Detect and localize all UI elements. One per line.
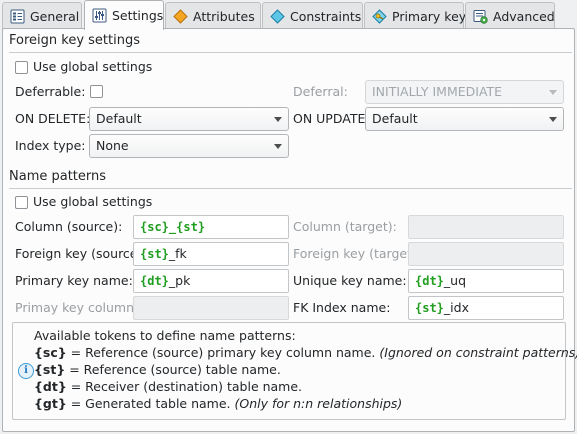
tab-advanced[interactable]: Advanced [465,2,555,29]
info-note: (Only for n:n relationships) [234,396,403,411]
index-type-select[interactable]: None [89,134,289,158]
info-note: (Ignored on constraint patterns) [379,345,577,360]
tab-settings[interactable]: Settings [84,0,164,30]
name-patterns-divider [9,188,572,189]
on-delete-label: ON DELETE: [15,111,91,126]
fk-target-label: Foreign key (target): [293,246,422,261]
info-line: {dt} = Receiver (destination) table name… [34,378,302,396]
settings-panel: Foreign key settings Use global settings… [2,28,577,432]
tab-bar: General Settings Attributes Constraints … [0,0,577,30]
tab-constraints[interactable]: Constraints [262,2,363,29]
deferrable-label: Deferrable: [15,84,86,99]
pk-name-input[interactable]: {dt}_pk [133,269,289,293]
index-type-label: Index type: [15,138,86,153]
fk-source-input[interactable]: {st}_fk [133,242,289,266]
tab-label: Settings [112,8,164,23]
info-heading: Available tokens to define name patterns… [34,328,296,343]
info-text: = Receiver (destination) table name. [66,379,303,394]
info-line: {sc} = Reference (source) primary key co… [34,344,577,362]
deferral-value: INITIALLY IMMEDIATE [372,84,503,99]
token-st: {st} [415,301,444,315]
info-text: = Reference (source) primary key column … [66,345,380,360]
advanced-icon [473,9,488,24]
chevron-down-icon [549,90,557,95]
attributes-icon [173,8,188,24]
info-text: = Generated table name. [66,396,235,411]
np-use-global-label: Use global settings [33,194,153,209]
info-line: {st} = Reference (source) table name. [34,361,281,379]
tab-label: Constraints [290,8,362,24]
fk-settings-title: Foreign key settings [9,33,140,48]
column-target-label: Column (target): [293,219,397,234]
fk-use-global-checkbox[interactable] [15,61,28,74]
deferral-select[interactable]: INITIALLY IMMEDIATE [365,80,564,104]
uq-name-input[interactable]: {dt}_uq [408,269,564,293]
token-dt: {dt} [415,274,444,288]
tab-label: Primary key [392,8,467,24]
tab-primary-key[interactable]: Primary key [364,2,467,29]
chevron-down-icon [549,117,557,122]
fk-source-label: Foreign key (source): [15,246,147,261]
column-source-label: Column (source): [15,219,123,234]
on-update-value: Default [372,111,418,126]
fk-index-name-input[interactable]: {st}_idx [408,296,564,320]
tab-attributes[interactable]: Attributes [165,2,261,29]
column-source-input[interactable]: {sc}_{st} [133,215,289,239]
fk-settings-divider [9,52,572,53]
info-token: {sc} [34,345,67,360]
general-icon [10,9,25,24]
index-type-value: None [96,138,129,153]
deferral-label: Deferral: [293,84,348,99]
chevron-down-icon [274,144,282,149]
fk-target-input[interactable] [408,242,564,266]
name-patterns-title: Name patterns [9,169,107,184]
tab-label: Attributes [193,8,255,24]
token-st: {st} [140,247,169,261]
info-token: {gt} [34,396,67,411]
tab-general[interactable]: General [2,2,82,29]
fk-index-suffix: _idx [443,300,469,315]
token-st: {st} [176,220,206,234]
info-line: {gt} = Generated table name. (Only for n… [34,395,402,413]
on-update-select[interactable]: Default [365,107,564,131]
info-token: {dt} [34,379,67,394]
chevron-down-icon [274,117,282,122]
info-token: {st} [34,362,66,377]
fk-index-name-label: FK Index name: [293,300,391,315]
token-dt: {dt} [140,274,169,288]
settings-icon [92,8,107,23]
on-update-label: ON UPDATE: [293,111,370,126]
fk-use-global-label: Use global settings [33,59,153,74]
fk-source-suffix: _fk [168,246,187,261]
tab-label: General [30,8,80,24]
uq-name-label: Unique key name: [293,273,407,288]
uq-name-suffix: _uq [443,273,467,288]
info-icon: i [18,363,34,379]
token-sc: {sc} [140,220,169,234]
pk-name-suffix: _pk [168,273,191,288]
on-delete-select[interactable]: Default [89,107,289,131]
deferrable-checkbox[interactable] [90,85,103,98]
tokens-info-box: i Available tokens to define name patter… [12,322,577,420]
on-delete-value: Default [96,111,142,126]
np-use-global-checkbox[interactable] [15,196,28,209]
primary-key-icon [372,8,387,24]
pk-name-label: Primary key name: [15,273,133,288]
column-target-input[interactable] [408,215,564,239]
pk-column-input[interactable] [133,296,289,320]
info-text: = Reference (source) table name. [65,362,281,377]
pk-column-label: Primay key column: [15,300,139,315]
tab-label: Advanced [493,8,555,24]
constraints-icon [270,8,285,24]
